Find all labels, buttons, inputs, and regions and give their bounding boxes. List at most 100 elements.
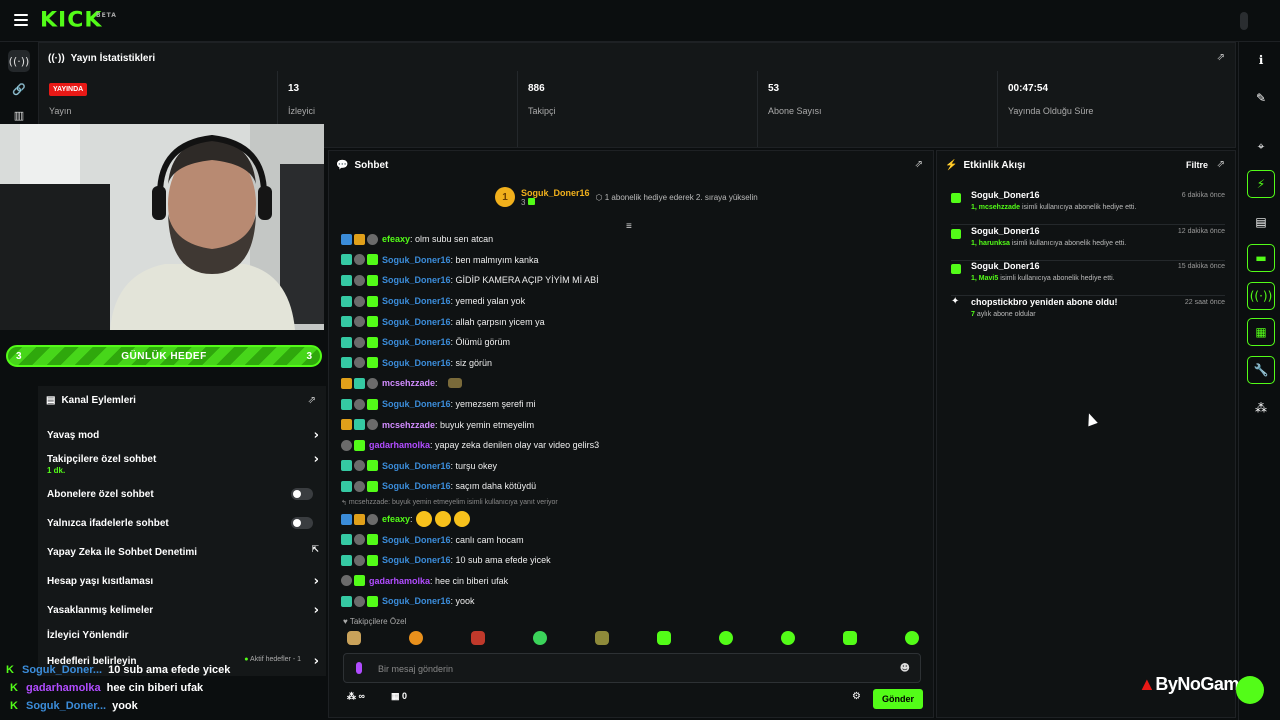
- status-circle: [1236, 676, 1264, 704]
- followers-only-text: Takipçilere Özel: [349, 617, 407, 626]
- chat-username[interactable]: gadarhamolka: [369, 576, 430, 586]
- gift-icon: [367, 398, 378, 410]
- emote-icon[interactable]: [409, 631, 423, 645]
- chat-text: : GİDİP KAMERA AÇIP YİYİM Mİ ABİ: [450, 275, 599, 286]
- crown-icon: [341, 419, 352, 431]
- emote-icon[interactable]: [905, 631, 919, 645]
- wrench-icon[interactable]: 🔧: [1247, 356, 1275, 384]
- gift-counter[interactable]: ▦ 0: [391, 691, 407, 702]
- subscribers-only-item: Abonelere özel sohbet: [47, 488, 319, 500]
- user-avatar[interactable]: [1240, 12, 1248, 30]
- chat-username[interactable]: Soguk_Doner16: [382, 337, 451, 347]
- stats-title-text: Yayın İstatistikleri: [70, 53, 156, 64]
- ai-moderation-item[interactable]: Yapay Zeka ile Sohbet Denetimi ⇱: [47, 545, 319, 558]
- chat-username[interactable]: Soguk_Doner16: [382, 255, 451, 265]
- badge-icon: [354, 554, 365, 566]
- event-desc: 1, harunksa isimli kullanıcıya abonelik …: [971, 240, 1126, 247]
- emoji-icon[interactable]: ☻: [900, 663, 910, 674]
- chat-username[interactable]: gadarhamolka: [369, 440, 430, 450]
- chat-username[interactable]: Soguk_Doner16: [382, 296, 451, 306]
- badge-icon: [354, 274, 365, 286]
- edit-icon[interactable]: ✎: [1247, 84, 1275, 112]
- info-icon[interactable]: ℹ: [1247, 46, 1275, 74]
- lightning-icon[interactable]: ⚡: [1247, 170, 1275, 198]
- capture-icon[interactable]: ⌖: [1247, 132, 1275, 160]
- chat-username[interactable]: Soguk_Doner16: [382, 399, 451, 409]
- chat-username[interactable]: Soguk_Doner16: [382, 596, 451, 606]
- reply-note-text: mcsehzzade: buyuk yemin etmeyelim isimli…: [348, 499, 558, 507]
- gift-icon: [367, 460, 378, 472]
- watermark-logo: ▲ByNoGame: [1138, 674, 1249, 695]
- users-icon[interactable]: ⁂: [1247, 394, 1275, 422]
- chat-username[interactable]: efeaxy: [382, 514, 410, 524]
- banned-words-item[interactable]: Yasaklanmış kelimeler ›: [47, 603, 319, 618]
- kick-logo[interactable]: KICK BETA: [40, 9, 116, 33]
- settings-gear-icon[interactable]: ⚙: [852, 691, 861, 702]
- badge-icon: [354, 419, 365, 431]
- chat-text: : buyuk yemin etmeyelim: [435, 419, 535, 430]
- chat-username[interactable]: Soguk_Doner16: [382, 358, 451, 368]
- badge-icon: [367, 419, 378, 431]
- filter-button[interactable]: Filtre: [1186, 160, 1208, 170]
- chat-username[interactable]: Soguk_Doner16: [382, 461, 451, 471]
- chat-input-placeholder: Bir mesaj gönderin: [378, 664, 454, 674]
- event-name[interactable]: Soguk_Doner16: [971, 261, 1040, 271]
- popout-icon[interactable]: ⇗: [1217, 159, 1225, 170]
- chat-username[interactable]: Soguk_Doner16: [382, 275, 451, 285]
- chat-username[interactable]: Soguk_Doner16: [382, 555, 451, 565]
- document-icon[interactable]: ▤: [1247, 208, 1275, 236]
- emote-icon[interactable]: [657, 631, 671, 645]
- pinned-leaderboard: 1 Soguk_Doner16 3 ⬡ 1 abonelik hediye ed…: [495, 187, 758, 207]
- community-icon[interactable]: ⁂ ∞: [347, 691, 365, 702]
- chat-username[interactable]: Soguk_Doner16: [382, 317, 451, 327]
- chat-message: mcsehzzade: buyuk yemin etmeyelim: [341, 414, 921, 435]
- broadcast-icon: ((·)): [48, 53, 65, 64]
- pinned-name[interactable]: Soguk_Doner16: [521, 188, 590, 198]
- microphone-icon[interactable]: [356, 662, 362, 674]
- broadcast-icon[interactable]: ((·)): [1247, 282, 1275, 310]
- emote-only-toggle[interactable]: [291, 517, 313, 529]
- daily-goal-bar: 3 GÜNLÜK HEDEF 3: [6, 345, 322, 367]
- popout-icon[interactable]: ⇗: [308, 395, 316, 406]
- layout-icon[interactable]: ▦: [1247, 318, 1275, 346]
- chat-text: : ben malmıyım kanka: [450, 254, 539, 265]
- feed-event: ✦ chopstickbro yeniden abone oldu! 22 sa…: [951, 296, 1225, 332]
- badge-icon: [354, 534, 365, 546]
- chat-username[interactable]: mcsehzzade: [382, 420, 435, 430]
- raid-item[interactable]: İzleyici Yönlendir: [47, 630, 319, 641]
- event-name[interactable]: Soguk_Doner16: [971, 226, 1040, 236]
- link-icon[interactable]: 🔗: [8, 78, 30, 100]
- slow-mode-item[interactable]: Yavaş mod ›: [47, 428, 319, 443]
- event-name[interactable]: Soguk_Doner16: [971, 190, 1040, 200]
- chat-input[interactable]: Bir mesaj gönderin ☻: [343, 653, 921, 683]
- emote-icon[interactable]: [843, 631, 857, 645]
- emote-only-item: Yalnızca ifadelerle sohbet: [47, 517, 319, 529]
- emote-icon[interactable]: [533, 631, 547, 645]
- chat-username[interactable]: efeaxy: [382, 234, 410, 244]
- chat-icon[interactable]: ▬: [1247, 244, 1275, 272]
- gift-icon: [951, 193, 961, 203]
- badge-icon: [354, 357, 365, 369]
- followers-only-item[interactable]: Takipçilere özel sohbet 1 dk. ›: [47, 452, 319, 475]
- emote-icon[interactable]: [595, 631, 609, 645]
- subscribers-only-toggle[interactable]: [291, 488, 313, 500]
- badge-icon: [354, 295, 365, 307]
- bar-chart-icon[interactable]: ▥: [8, 104, 30, 126]
- broadcast-icon[interactable]: ((·)): [8, 50, 30, 72]
- chat-username[interactable]: Soguk_Doner16: [382, 481, 451, 491]
- emote-icon[interactable]: [347, 631, 361, 645]
- emote-icon[interactable]: [719, 631, 733, 645]
- event-desc: 1, Mavi5 isimli kullanıcıya abonelik hed…: [971, 275, 1115, 282]
- menu-icon[interactable]: [14, 14, 28, 26]
- emote-icon[interactable]: [781, 631, 795, 645]
- emote-icon[interactable]: [471, 631, 485, 645]
- chat-username[interactable]: Soguk_Doner16: [382, 535, 451, 545]
- chat-title: 💬 Sohbet: [336, 160, 388, 171]
- popout-icon[interactable]: ⇗: [915, 159, 923, 170]
- account-age-item[interactable]: Hesap yaşı kısıtlaması ›: [47, 574, 319, 589]
- popout-icon[interactable]: ⇗: [1217, 52, 1225, 63]
- send-button[interactable]: Gönder: [872, 689, 923, 709]
- chat-username[interactable]: mcsehzzade: [382, 378, 435, 388]
- crown-icon: [354, 513, 365, 525]
- feed-title: ⚡ Etkinlik Akışı: [945, 160, 1025, 171]
